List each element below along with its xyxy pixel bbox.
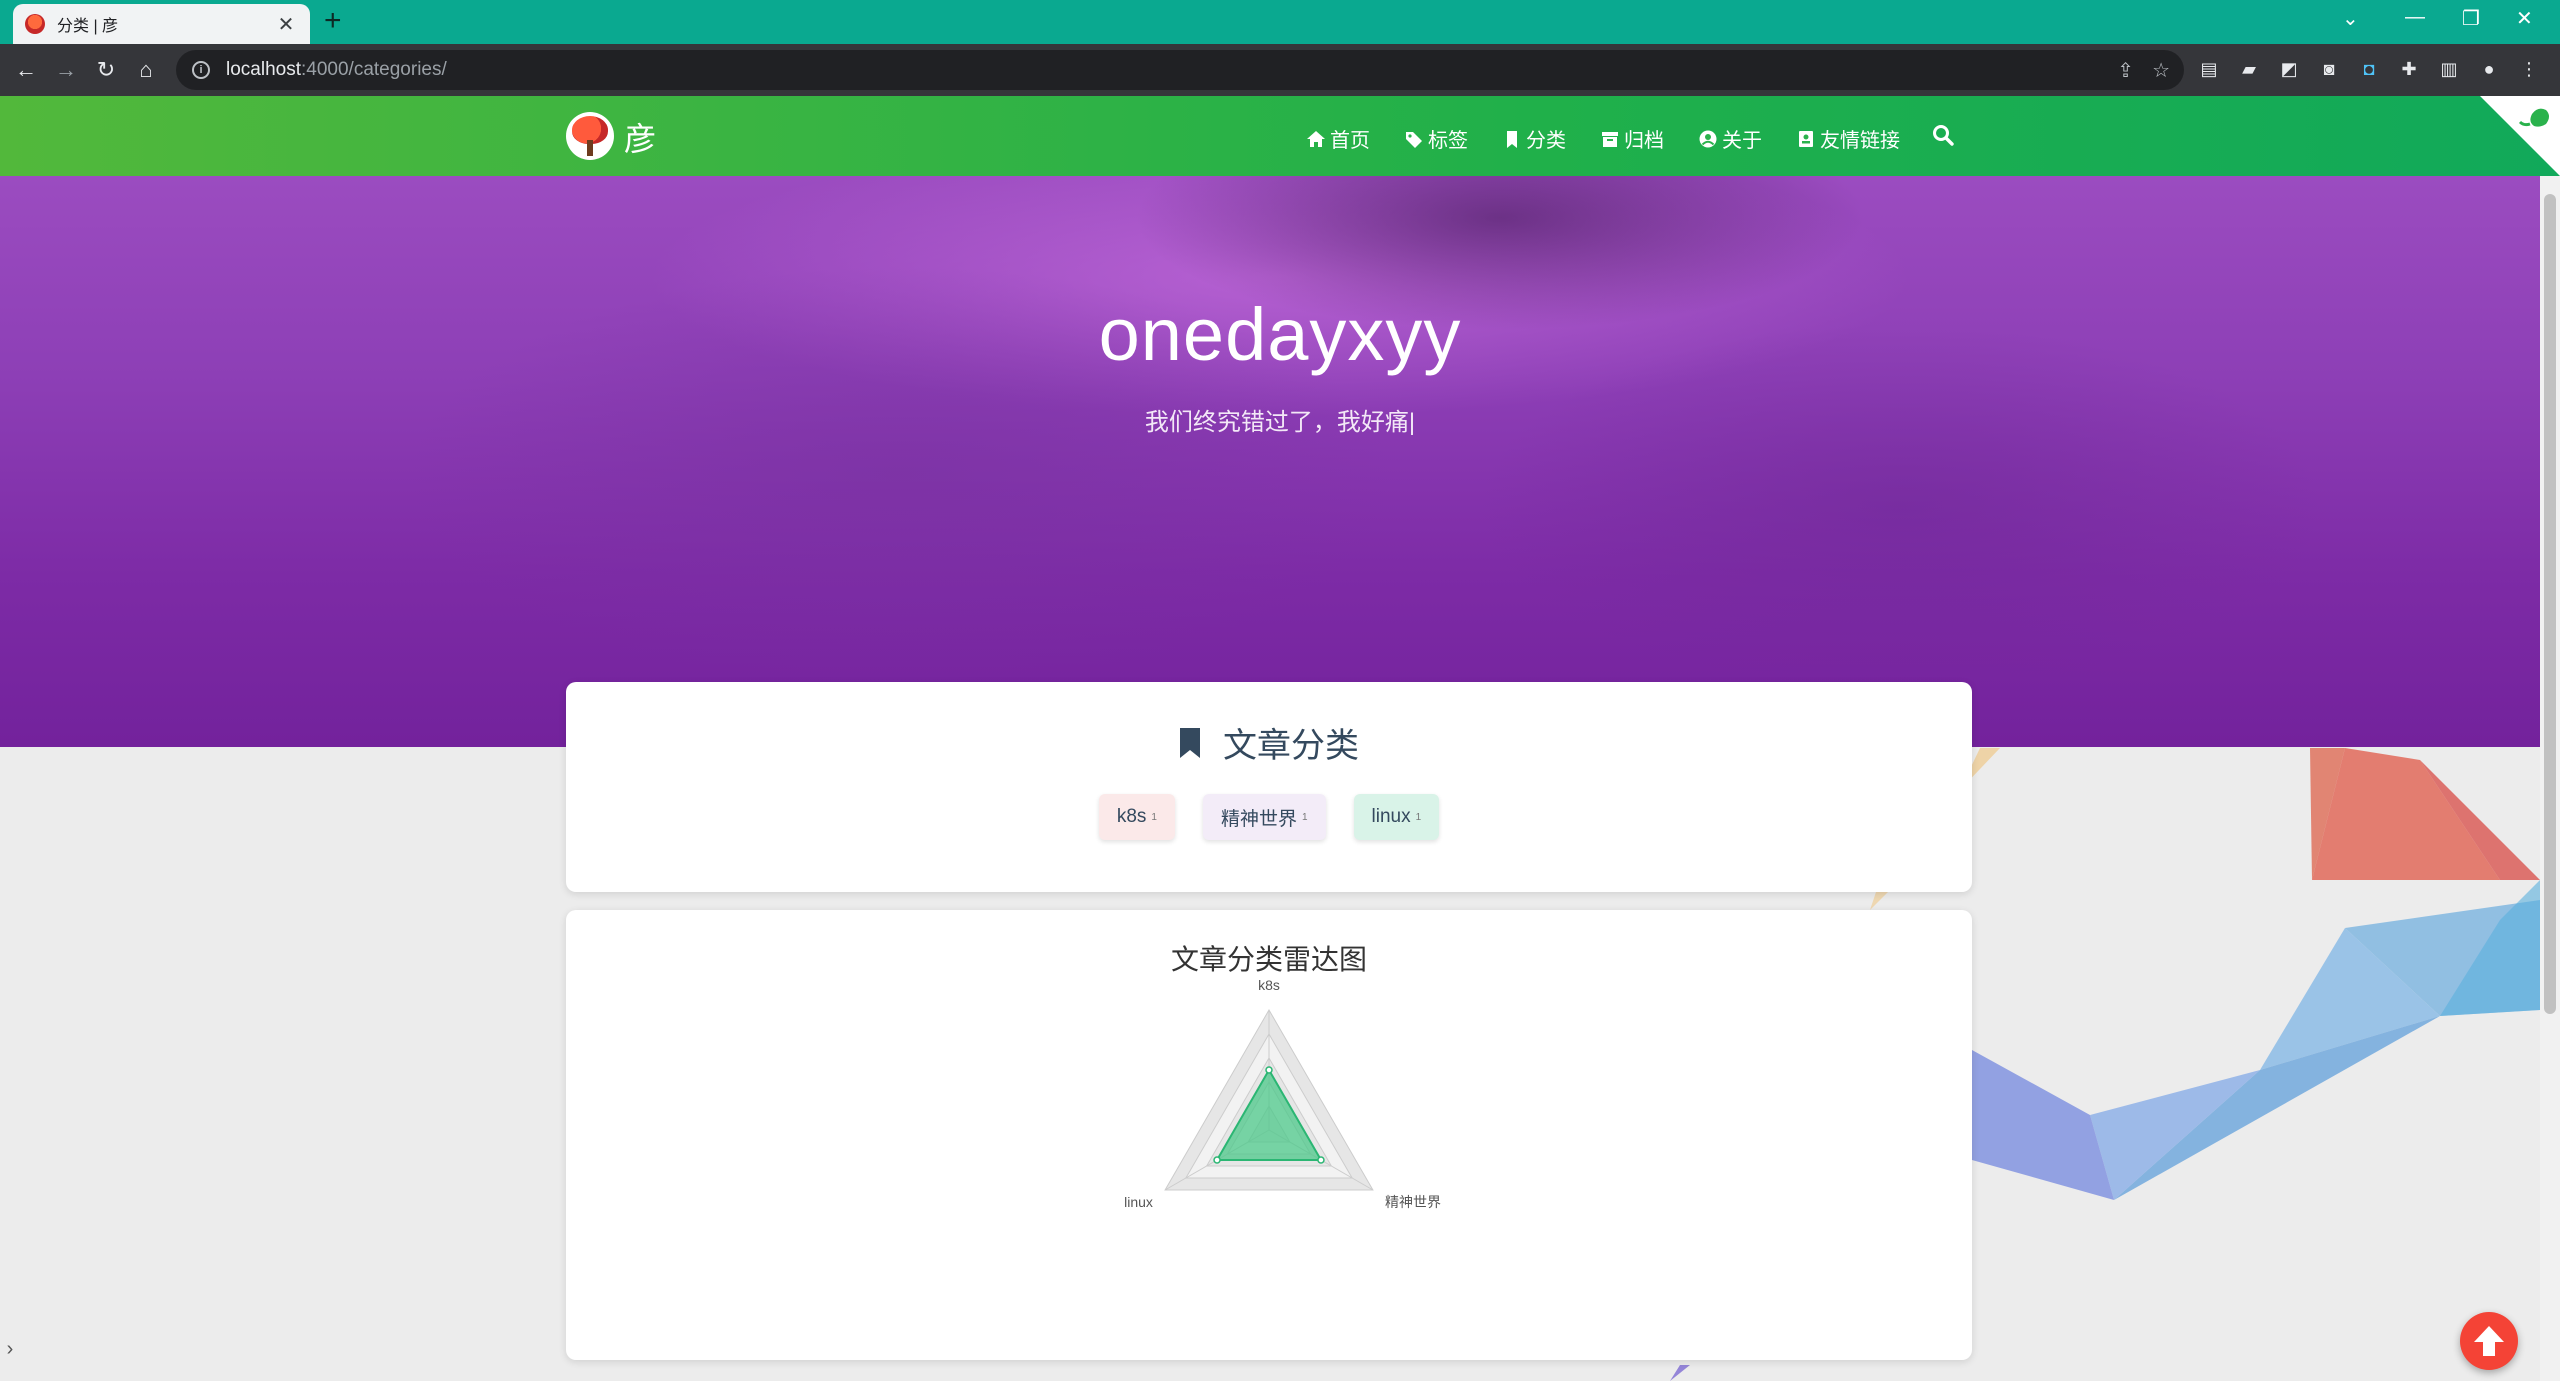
share-icon[interactable]: ⇪ bbox=[2117, 58, 2134, 83]
extension-3-icon[interactable]: ◩ bbox=[2276, 56, 2302, 82]
radar-data-point bbox=[1317, 1156, 1325, 1164]
bookmark-star-icon[interactable]: ☆ bbox=[2152, 58, 2170, 83]
archive-icon bbox=[1602, 131, 1618, 147]
radar-data-point bbox=[1265, 1066, 1273, 1074]
restore-icon[interactable]: ❐ bbox=[2462, 6, 2480, 31]
site-name[interactable]: 彦 bbox=[624, 114, 656, 160]
radar-data-point bbox=[1213, 1156, 1221, 1164]
browser-tab[interactable]: 分类 | 彦 ✕ bbox=[13, 4, 310, 44]
close-window-icon[interactable]: ✕ bbox=[2516, 6, 2533, 31]
radar-axis-label: k8s bbox=[1258, 977, 1280, 993]
extensions-puzzle-icon[interactable]: ✚ bbox=[2396, 56, 2422, 82]
browser-toolbar: ← → ↻ ⌂ i localhost:4000/categories/ ⇪ ☆… bbox=[0, 44, 2560, 96]
page-scrollbar[interactable] bbox=[2540, 176, 2560, 1381]
tab-title: 分类 | 彦 bbox=[57, 18, 119, 35]
bookmark-icon bbox=[1507, 130, 1517, 148]
profile-icon[interactable]: ● bbox=[2476, 56, 2502, 82]
back-icon[interactable]: ← bbox=[10, 54, 42, 86]
menu-item-about[interactable]: 关于 bbox=[1698, 124, 1762, 153]
github-corner-icon[interactable] bbox=[2480, 96, 2560, 176]
home-icon bbox=[1307, 130, 1325, 147]
back-to-top-button[interactable] bbox=[2460, 1312, 2518, 1370]
more-menu-icon[interactable]: ⋮ bbox=[2516, 56, 2542, 82]
sidebar-toggle-chevron-icon[interactable]: › bbox=[0, 1306, 20, 1381]
arrow-up-icon bbox=[2474, 1326, 2504, 1356]
category-chips: k8s 1 精神世界 1 linux 1 bbox=[566, 794, 1972, 840]
hero-subtitle: 我们终究错过了，我好痛| bbox=[1144, 409, 1416, 436]
radar-axis-label: 精神世界 bbox=[1385, 1194, 1441, 1210]
site-logo[interactable] bbox=[566, 112, 614, 160]
forward-icon[interactable]: → bbox=[50, 54, 82, 86]
hero-title: onedayxyy bbox=[1098, 293, 1462, 376]
site-favicon-icon bbox=[25, 14, 45, 34]
url-text: localhost:4000/categories/ bbox=[226, 59, 447, 80]
address-bar[interactable]: i localhost:4000/categories/ ⇪ ☆ bbox=[176, 50, 2184, 90]
side-panel-icon[interactable]: ▥ bbox=[2436, 56, 2462, 82]
category-chip-k8s[interactable]: k8s 1 bbox=[1098, 794, 1175, 840]
menu-item-tags[interactable]: 标签 bbox=[1404, 124, 1468, 153]
categories-card: 文章分类 k8s 1 精神世界 1 linux 1 bbox=[566, 682, 1972, 892]
category-chip-linux[interactable]: linux 1 bbox=[1353, 794, 1440, 840]
tab-search-icon[interactable]: ⌄ bbox=[2342, 6, 2359, 31]
extension-2-icon[interactable]: ▰ bbox=[2236, 56, 2262, 82]
menu-item-home[interactable]: 首页 bbox=[1306, 124, 1370, 153]
extension-5-icon[interactable]: ◘ bbox=[2356, 56, 2382, 82]
extension-1-icon[interactable]: ▤ bbox=[2196, 56, 2222, 82]
menu-item-categories[interactable]: 分类 bbox=[1502, 124, 1566, 153]
site-navbar: 彦 首页 标签 分类 归档 关于 友情链接 bbox=[0, 96, 2560, 176]
menu-item-archives[interactable]: 归档 bbox=[1600, 124, 1664, 153]
user-circle-icon bbox=[1699, 130, 1717, 147]
menu-item-links[interactable]: 友情链接 bbox=[1796, 124, 1900, 153]
tab-close-icon[interactable]: ✕ bbox=[274, 12, 298, 37]
minimize-icon[interactable]: — bbox=[2405, 6, 2425, 29]
category-chip-spiritual-world[interactable]: 精神世界 1 bbox=[1202, 794, 1326, 840]
search-icon[interactable] bbox=[1932, 124, 1954, 146]
home-icon[interactable]: ⌂ bbox=[130, 54, 162, 86]
site-info-icon[interactable]: i bbox=[192, 61, 210, 79]
radar-axis-label: linux bbox=[1124, 1194, 1153, 1210]
browser-tab-bar: 分类 | 彦 ✕ + ⌄ — ❐ ✕ bbox=[0, 0, 2560, 44]
categories-heading: 文章分类 bbox=[566, 718, 1972, 767]
bookmark-icon bbox=[1180, 727, 1200, 758]
new-tab-button[interactable]: + bbox=[324, 6, 342, 36]
reload-icon[interactable]: ↻ bbox=[90, 54, 122, 86]
main-menu: 首页 标签 分类 归档 关于 友情链接 bbox=[1306, 124, 1934, 153]
radar-card: 文章分类雷达图 k8s 精神世界 linux bbox=[566, 910, 1972, 1360]
scrollbar-thumb[interactable] bbox=[2544, 194, 2556, 1014]
tags-icon bbox=[1406, 131, 1422, 148]
extension-4-icon[interactable]: ◙ bbox=[2316, 56, 2342, 82]
address-book-icon bbox=[1799, 130, 1813, 147]
hero-banner: onedayxyy 我们终究错过了，我好痛| bbox=[0, 176, 2560, 747]
radar-chart: k8s 精神世界 linux bbox=[1124, 977, 1441, 1210]
